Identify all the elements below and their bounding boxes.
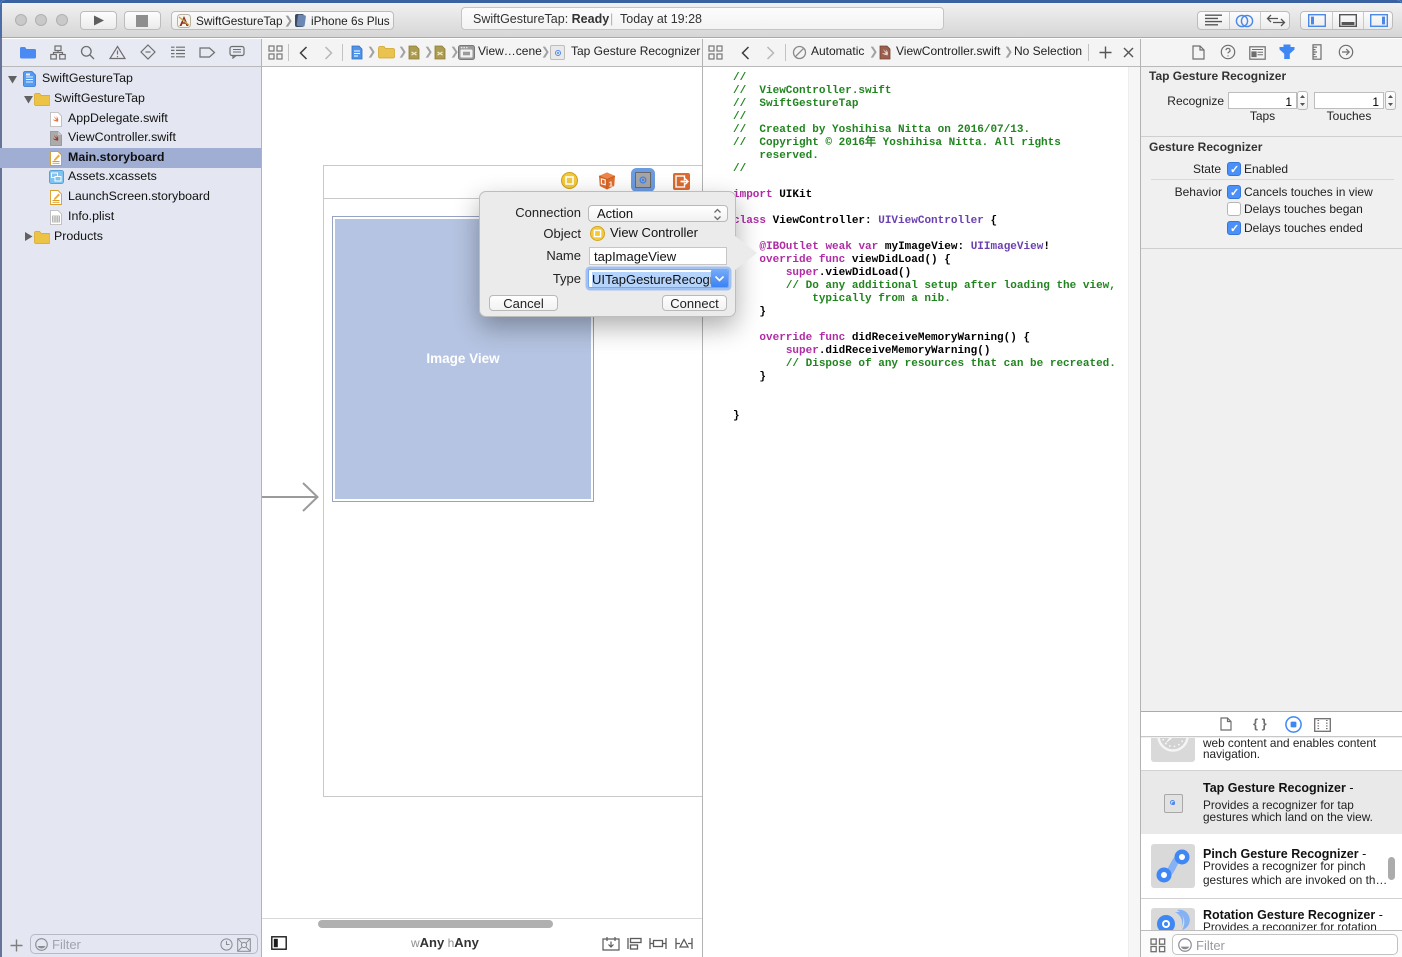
- svg-text:1: 1: [609, 180, 613, 189]
